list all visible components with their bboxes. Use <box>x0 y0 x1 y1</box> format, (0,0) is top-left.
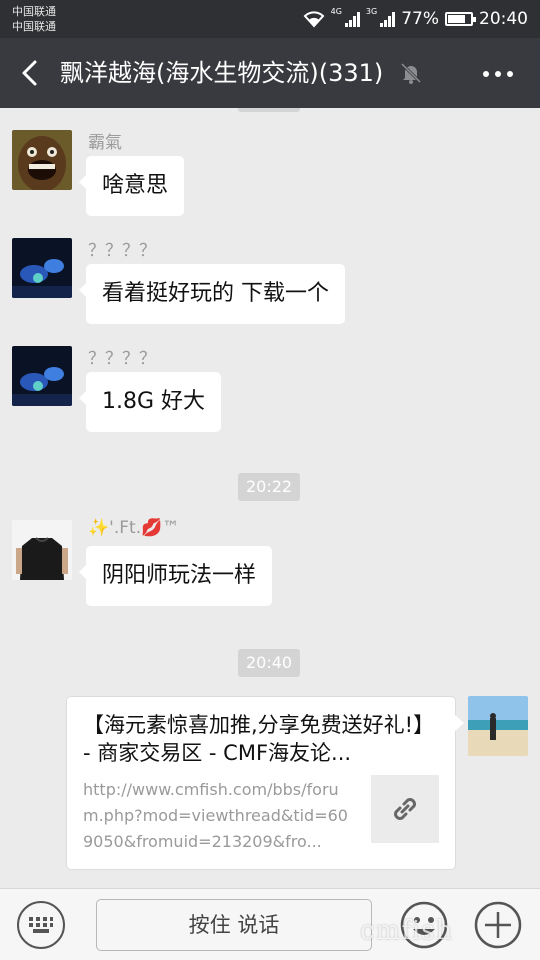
message-bubble[interactable]: 看着挺好玩的 下载一个 <box>79 264 345 324</box>
link-icon <box>371 775 439 843</box>
wifi-icon <box>303 11 325 28</box>
network-type-1: 4G <box>330 7 342 16</box>
sender-name: 霸氣 <box>88 133 122 153</box>
chat-header: 飘洋越海(海水生物交流)(331) <box>0 38 540 108</box>
battery-fill <box>448 15 465 23</box>
chat-title: 飘洋越海(海水生物交流)(331) <box>60 59 384 87</box>
timestamp-badge: 20:40 <box>238 649 301 677</box>
signal-icon <box>380 11 396 27</box>
chat-message-list[interactable]: 霸氣 啥意思 ？？？？ 看着挺好玩的 下载一个 ？？？？ 1.8G 好大 20:… <box>0 108 540 888</box>
avatar[interactable] <box>12 346 72 406</box>
signal-icon <box>344 11 360 27</box>
input-bar: 按住 说话 <box>0 888 540 960</box>
back-arrow-icon[interactable] <box>16 58 46 88</box>
status-bar: 中国联通 中国联通 4G 3G 77% 20:40 <box>0 0 540 38</box>
link-card-url: http://www.cmfish.com/bbs/forum.php?mod=… <box>83 780 348 851</box>
sender-name: ？？？？ <box>88 349 156 369</box>
message-bubble[interactable]: 阴阳师玩法一样 <box>78 546 273 606</box>
battery-percent: 77% <box>401 9 439 29</box>
clock: 20:40 <box>479 9 528 29</box>
message-bubble[interactable]: 啥意思 <box>78 156 185 216</box>
network-type-2: 3G <box>365 7 378 16</box>
timestamp-badge: 20:22 <box>238 473 301 501</box>
battery-icon <box>445 12 476 26</box>
carrier-info: 中国联通 中国联通 <box>12 4 56 34</box>
sender-name: ✨'.Ft.💋™ <box>88 518 180 538</box>
link-card[interactable]: 【海元素惊喜加推,分享免费送好礼!】 - 商家交易区 - CMF海友论... h… <box>66 696 464 870</box>
watermark: cmfish <box>360 916 454 946</box>
link-card-title: 【海元素惊喜加推,分享免费送好礼!】 - 商家交易区 - CMF海友论... <box>83 713 435 765</box>
plus-icon[interactable] <box>474 901 522 949</box>
keyboard-icon[interactable] <box>17 901 65 949</box>
carrier-1: 中国联通 <box>12 5 56 18</box>
more-dots-icon[interactable] <box>480 60 516 88</box>
my-avatar[interactable] <box>468 696 528 756</box>
hold-to-talk-button[interactable]: 按住 说话 <box>96 899 372 951</box>
avatar[interactable] <box>12 130 72 190</box>
carrier-2: 中国联通 <box>12 20 56 33</box>
message-bubble[interactable]: 1.8G 好大 <box>78 372 222 432</box>
avatar[interactable] <box>12 238 72 298</box>
timestamp-badge <box>238 108 300 112</box>
mute-bell-icon <box>400 62 422 84</box>
status-indicators: 4G 3G 77% 20:40 <box>303 7 528 31</box>
sender-name: ？？？？ <box>88 241 156 261</box>
avatar[interactable] <box>12 520 72 580</box>
